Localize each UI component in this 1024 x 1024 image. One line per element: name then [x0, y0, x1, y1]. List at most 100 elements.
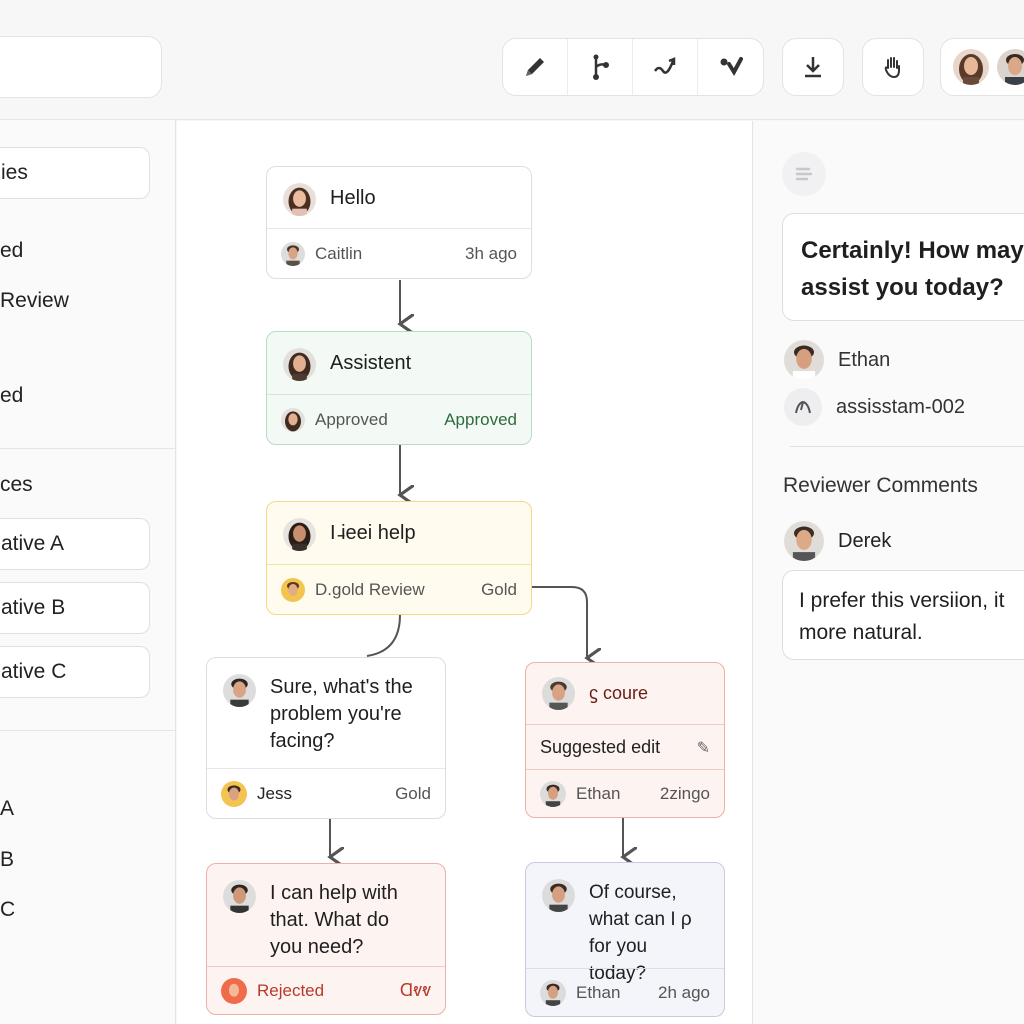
sidebar-item-a[interactable]: A — [0, 783, 150, 835]
left-sidebar: ies ed Review ed ces ative A ative B ati… — [0, 120, 176, 1024]
collaborators-group — [940, 38, 1024, 96]
sidebar-item-label: A — [0, 797, 15, 820]
pan-tool-button[interactable] — [863, 39, 923, 95]
selected-message-bubble: Certainly! How may assist you today? — [782, 213, 1024, 321]
message-text: Assistent — [330, 352, 412, 374]
download-icon — [805, 57, 821, 78]
sidebar-item-alternative-b[interactable]: ative B — [0, 582, 150, 634]
message-text: Hello — [330, 187, 376, 209]
sidebar-item-c[interactable]: C — [0, 884, 150, 936]
download-group — [782, 38, 844, 96]
sidebar-item-2[interactable]: ed — [0, 225, 150, 277]
avatar — [281, 577, 305, 602]
edit-icon: ✎ — [696, 739, 710, 757]
timestamp: 3h ago — [465, 243, 517, 263]
message-text: ϛ coure — [589, 683, 649, 703]
pencil-icon — [526, 58, 544, 76]
sidebar-item-label: ces — [0, 473, 33, 496]
model-row: assisstam-002 — [784, 388, 965, 426]
collaborator-avatar-man[interactable] — [997, 49, 1024, 85]
reviewer-comments-heading: Reviewer Comments — [783, 474, 978, 497]
gold-badge: Gold — [395, 783, 431, 803]
merge-tool-button[interactable] — [698, 39, 763, 95]
conversation-tree-canvas: Hello Caitlin 3h ago Assistent Approved … — [177, 121, 753, 1024]
reviewer-comment-text: I prefer this versiion, it more natural. — [799, 589, 1005, 644]
sidebar-item-label: ative B — [1, 596, 66, 619]
sidebar-item-4[interactable]: ed — [0, 370, 150, 422]
list-icon — [795, 167, 813, 181]
model-icon — [784, 388, 822, 426]
message-node-rejected[interactable]: I can help with that. What do you need? … — [206, 863, 446, 1015]
avatar — [283, 348, 316, 381]
avatar — [223, 674, 256, 707]
sidebar-item-label: ies — [1, 161, 28, 184]
review-status: Approved — [315, 409, 388, 429]
reviewer-comment-bubble: I prefer this versiion, it more natural. — [782, 570, 1024, 660]
message-node-sure[interactable]: Sure, what's the problem you're facing? … — [206, 657, 446, 819]
model-name: assisstam-002 — [836, 395, 965, 418]
sidebar-item-alternative-c[interactable]: ative C — [0, 646, 150, 698]
sidebar-item-label: ed — [0, 384, 24, 407]
timestamp: 2zingo — [659, 783, 710, 803]
search-input[interactable] — [0, 36, 162, 98]
sidebar-item-label: C — [0, 898, 16, 921]
sidebar-divider — [0, 448, 176, 449]
detail-panel: Certainly! How may assist you today? Eth… — [754, 121, 1024, 1024]
avatar — [542, 677, 575, 710]
sidebar-section-heading: ces — [0, 459, 150, 511]
sidebar-item-b[interactable]: B — [0, 834, 150, 886]
download-button[interactable] — [783, 39, 843, 95]
selected-message-text: Certainly! How may assist you today? — [801, 237, 1024, 301]
reviewer-row: Derek — [784, 521, 891, 561]
avatar — [784, 521, 824, 561]
sidebar-item-label: ative A — [1, 532, 65, 555]
sidebar-item-alternative-a[interactable]: ative A — [0, 518, 150, 570]
sidebar-item-label: ed — [0, 239, 24, 262]
author-name: Ethan — [576, 783, 621, 803]
collaborator-avatar-woman[interactable] — [953, 49, 989, 85]
author-name: Ethan — [576, 982, 621, 1002]
sidebar-item-label: B — [0, 848, 15, 871]
message-node-hello[interactable]: Hello Caitlin 3h ago — [266, 166, 532, 279]
author-name: Ethan — [838, 348, 891, 371]
edit-tool-group — [502, 38, 764, 96]
panel-menu-button[interactable] — [782, 152, 826, 196]
connect-tool-button[interactable] — [633, 39, 698, 95]
sidebar-item-1[interactable]: ies — [0, 147, 150, 199]
avatar — [221, 780, 247, 807]
merge-icon — [720, 57, 743, 76]
message-node-gold-review[interactable]: I ̵ieei help D.gold Review Gold — [266, 501, 532, 615]
sidebar-item-review[interactable]: Review — [0, 275, 150, 327]
author-name: D.gold Review — [315, 579, 425, 599]
message-author-row: Ethan — [784, 340, 890, 380]
suggested-edit-label: Suggested edit — [540, 737, 661, 757]
avatar — [540, 979, 566, 1006]
branch-icon — [593, 54, 609, 80]
reviewer-name: Derek — [838, 529, 892, 552]
sidebar-item-label: Review — [0, 289, 69, 312]
sidebar-item-label: ative C — [1, 660, 67, 683]
message-node-of-course[interactable]: Of course, what can I ρ for you today? E… — [525, 862, 725, 1017]
reviewer-signature: Ɑⱴⱴ — [399, 980, 431, 1000]
branch-tool-button[interactable] — [568, 39, 633, 95]
avatar — [281, 241, 305, 266]
suggested-edit-row[interactable]: Suggested edit ✎ — [526, 724, 724, 770]
avatar — [542, 879, 575, 912]
author-name: Jess — [257, 783, 292, 803]
connect-icon — [653, 57, 676, 74]
avatar — [281, 407, 305, 432]
pencil-tool-button[interactable] — [503, 39, 568, 95]
avatar — [221, 977, 247, 1004]
message-text: Sure, what's the problem you're facing? — [270, 676, 413, 752]
gold-badge: Gold — [481, 579, 517, 599]
message-node-suggested-edit[interactable]: ϛ coure Suggested edit ✎ Ethan 2zingo — [525, 662, 725, 818]
author-name: Caitlin — [315, 243, 363, 263]
message-node-assistent[interactable]: Assistent Approved Approved — [266, 331, 532, 445]
timestamp: 2h ago — [658, 982, 710, 1002]
avatar — [540, 780, 566, 807]
rejected-status: Rejected — [257, 980, 325, 1000]
avatar — [223, 880, 256, 913]
panel-divider — [790, 446, 1024, 447]
approved-badge: Approved — [444, 409, 517, 429]
hand-group — [862, 38, 924, 96]
